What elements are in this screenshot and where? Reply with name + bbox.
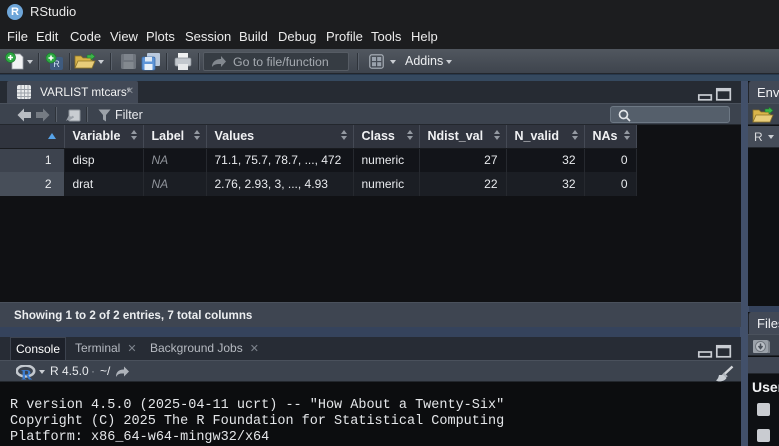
svg-text:R: R bbox=[21, 368, 32, 381]
